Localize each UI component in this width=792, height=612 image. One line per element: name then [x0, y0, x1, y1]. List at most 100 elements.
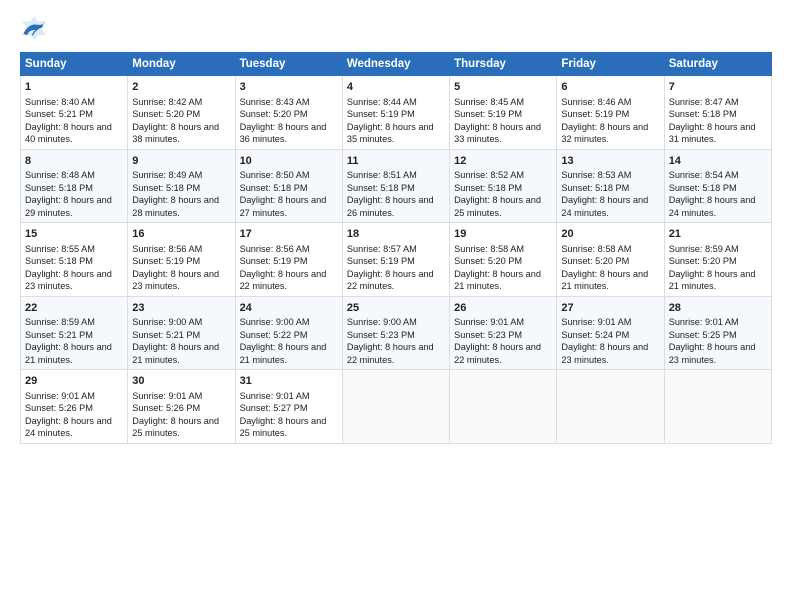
- calendar-cell: [664, 370, 771, 444]
- sunrise: Sunrise: 8:59 AM: [25, 317, 95, 327]
- daylight: Daylight: 8 hours and 26 minutes.: [347, 195, 434, 217]
- sunrise: Sunrise: 8:58 AM: [454, 244, 524, 254]
- daylight: Daylight: 8 hours and 38 minutes.: [132, 122, 219, 144]
- sunrise: Sunrise: 8:56 AM: [240, 244, 310, 254]
- calendar-week: 29 Sunrise: 9:01 AM Sunset: 5:26 PM Dayligh…: [21, 370, 772, 444]
- sunrise: Sunrise: 9:00 AM: [240, 317, 310, 327]
- calendar-cell: 1Sunrise: 8:40 AMSunset: 5:21 PMDaylight…: [21, 76, 128, 150]
- page: SundayMondayTuesdayWednesdayThursdayFrid…: [0, 0, 792, 612]
- calendar-cell: [342, 370, 449, 444]
- day-number: 16: [132, 227, 230, 242]
- calendar-cell: 25Sunrise: 9:00 AMSunset: 5:23 PMDayligh…: [342, 296, 449, 370]
- sunrise: Sunrise: 8:57 AM: [347, 244, 417, 254]
- sunset: Sunset: 5:20 PM: [132, 109, 200, 119]
- calendar-cell: 7Sunrise: 8:47 AMSunset: 5:18 PMDaylight…: [664, 76, 771, 150]
- calendar-cell: 30Sunrise: 9:01 AMSunset: 5:26 PMDayligh…: [128, 370, 235, 444]
- sunrise: Sunrise: 9:00 AM: [347, 317, 417, 327]
- day-number: 21: [669, 227, 767, 242]
- daylight: Daylight: 8 hours and 36 minutes.: [240, 122, 327, 144]
- sunrise: Sunrise: 9:01 AM: [132, 391, 202, 401]
- calendar-week: 15Sunrise: 8:55 AMSunset: 5:18 PMDayligh…: [21, 223, 772, 297]
- daylight: Daylight: 8 hours and 24 minutes.: [669, 195, 756, 217]
- daylight: Daylight: 8 hours and 25 minutes.: [240, 416, 327, 438]
- sunrise: Sunrise: 8:46 AM: [561, 97, 631, 107]
- sunset: Sunset: 5:19 PM: [561, 109, 629, 119]
- sunset: Sunset: 5:18 PM: [25, 256, 93, 266]
- daylight: Daylight: 8 hours and 21 minutes.: [25, 342, 112, 364]
- sunset: Sunset: 5:18 PM: [669, 183, 737, 193]
- sunrise: Sunrise: 9:01 AM: [454, 317, 524, 327]
- day-number: 23: [132, 301, 230, 316]
- calendar-cell: 29Sunrise: 9:01 AMSunset: 5:26 PMDayligh…: [21, 370, 128, 444]
- sunset: Sunset: 5:18 PM: [240, 183, 308, 193]
- daylight: Daylight: 8 hours and 21 minutes.: [240, 342, 327, 364]
- weekday-header: Sunday: [21, 53, 128, 76]
- day-number: 5: [454, 80, 552, 95]
- sunrise: Sunrise: 8:59 AM: [669, 244, 739, 254]
- calendar-cell: 12Sunrise: 8:52 AMSunset: 5:18 PMDayligh…: [450, 149, 557, 223]
- calendar-cell: 2Sunrise: 8:42 AMSunset: 5:20 PMDaylight…: [128, 76, 235, 150]
- sunrise: Sunrise: 8:44 AM: [347, 97, 417, 107]
- day-number: 29: [25, 374, 123, 389]
- day-number: 10: [240, 154, 338, 169]
- day-number: 31: [240, 374, 338, 389]
- sunrise: Sunrise: 8:40 AM: [25, 97, 95, 107]
- sunrise: Sunrise: 8:43 AM: [240, 97, 310, 107]
- calendar-cell: 18Sunrise: 8:57 AMSunset: 5:19 PMDayligh…: [342, 223, 449, 297]
- daylight: Daylight: 8 hours and 32 minutes.: [561, 122, 648, 144]
- weekday-header: Monday: [128, 53, 235, 76]
- sunrise: Sunrise: 8:58 AM: [561, 244, 631, 254]
- sunset: Sunset: 5:26 PM: [25, 403, 93, 413]
- weekday-header: Friday: [557, 53, 664, 76]
- sunset: Sunset: 5:25 PM: [669, 330, 737, 340]
- calendar-cell: 31Sunrise: 9:01 AMSunset: 5:27 PMDayligh…: [235, 370, 342, 444]
- sunset: Sunset: 5:19 PM: [454, 109, 522, 119]
- day-number: 14: [669, 154, 767, 169]
- daylight: Daylight: 8 hours and 23 minutes.: [132, 269, 219, 291]
- sunrise: Sunrise: 8:48 AM: [25, 170, 95, 180]
- sunset: Sunset: 5:18 PM: [347, 183, 415, 193]
- daylight: Daylight: 8 hours and 29 minutes.: [25, 195, 112, 217]
- sunset: Sunset: 5:19 PM: [240, 256, 308, 266]
- daylight: Daylight: 8 hours and 22 minutes.: [454, 342, 541, 364]
- daylight: Daylight: 8 hours and 25 minutes.: [132, 416, 219, 438]
- calendar-cell: 22Sunrise: 8:59 AM Sunset: 5:21 PM Dayligh…: [21, 296, 128, 370]
- calendar-cell: 9Sunrise: 8:49 AMSunset: 5:18 PMDaylight…: [128, 149, 235, 223]
- daylight: Daylight: 8 hours and 33 minutes.: [454, 122, 541, 144]
- calendar-cell: [557, 370, 664, 444]
- day-number: 30: [132, 374, 230, 389]
- day-number: 25: [347, 301, 445, 316]
- day-number: 19: [454, 227, 552, 242]
- weekday-header: Wednesday: [342, 53, 449, 76]
- calendar-week: 22Sunrise: 8:59 AM Sunset: 5:21 PM Dayligh…: [21, 296, 772, 370]
- sunset: Sunset: 5:19 PM: [132, 256, 200, 266]
- day-number: 4: [347, 80, 445, 95]
- sunset: Sunset: 5:21 PM: [25, 330, 93, 340]
- sunrise: Sunrise: 9:01 AM: [669, 317, 739, 327]
- daylight: Daylight: 8 hours and 23 minutes.: [669, 342, 756, 364]
- calendar-cell: 26Sunrise: 9:01 AMSunset: 5:23 PMDayligh…: [450, 296, 557, 370]
- day-number: 7: [669, 80, 767, 95]
- header: [20, 16, 772, 44]
- sunset: Sunset: 5:18 PM: [669, 109, 737, 119]
- sunrise: Sunrise: 9:00 AM: [132, 317, 202, 327]
- calendar-cell: 10Sunrise: 8:50 AMSunset: 5:18 PMDayligh…: [235, 149, 342, 223]
- sunrise: Sunrise: 8:42 AM: [132, 97, 202, 107]
- day-number: 22: [25, 301, 123, 316]
- daylight: Daylight: 8 hours and 21 minutes.: [454, 269, 541, 291]
- calendar-cell: 28Sunrise: 9:01 AMSunset: 5:25 PMDayligh…: [664, 296, 771, 370]
- sunset: Sunset: 5:21 PM: [132, 330, 200, 340]
- daylight: Daylight: 8 hours and 21 minutes.: [132, 342, 219, 364]
- daylight: Daylight: 8 hours and 25 minutes.: [454, 195, 541, 217]
- sunrise: Sunrise: 8:49 AM: [132, 170, 202, 180]
- calendar-cell: 8Sunrise: 8:48 AMSunset: 5:18 PMDaylight…: [21, 149, 128, 223]
- daylight: Daylight: 8 hours and 22 minutes.: [240, 269, 327, 291]
- calendar-cell: 13Sunrise: 8:53 AMSunset: 5:18 PMDayligh…: [557, 149, 664, 223]
- sunrise: Sunrise: 8:52 AM: [454, 170, 524, 180]
- logo: [20, 16, 52, 44]
- logo-icon: [20, 16, 48, 44]
- calendar-week: 1Sunrise: 8:40 AMSunset: 5:21 PMDaylight…: [21, 76, 772, 150]
- calendar-cell: 5Sunrise: 8:45 AMSunset: 5:19 PMDaylight…: [450, 76, 557, 150]
- day-number: 1: [25, 80, 123, 95]
- calendar-cell: 6Sunrise: 8:46 AMSunset: 5:19 PMDaylight…: [557, 76, 664, 150]
